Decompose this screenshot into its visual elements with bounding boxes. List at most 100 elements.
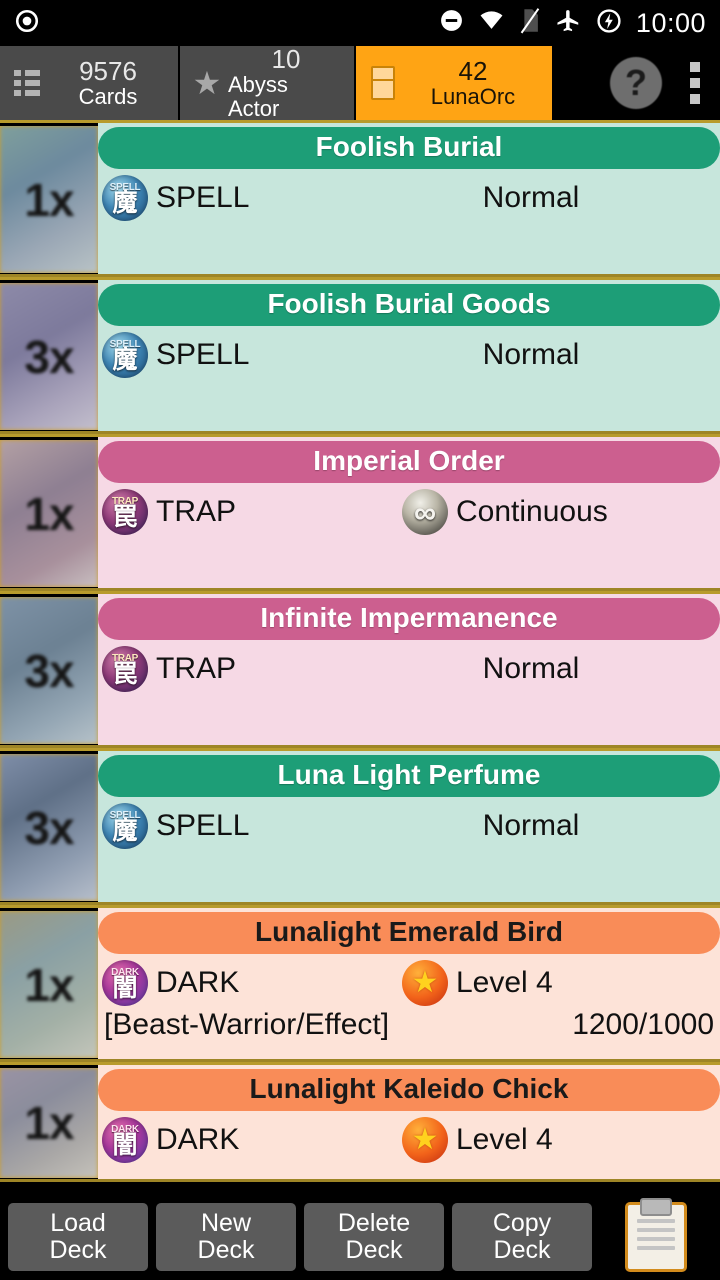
card-typeline: [Beast-Warrior/Effect] [104, 1008, 390, 1041]
trap-badge-icon: TRAP 罠 [102, 646, 148, 692]
copy-deck-line2: Deck [493, 1236, 551, 1264]
new-deck-line1: New [200, 1209, 251, 1237]
card-row[interactable]: 3x Foolish Burial Goods SPELL 魔 SPELL Normal [0, 277, 720, 434]
card-subtype-text: Normal [482, 338, 580, 371]
tab-bar-actions: ? [554, 46, 720, 120]
clipboard-icon[interactable] [625, 1202, 687, 1272]
card-row[interactable]: 1x Lunalight Emerald Bird DARK 闇 DARK ★ Level … [0, 905, 720, 1062]
copy-deck-line1: Copy [492, 1209, 552, 1237]
deck-icon [362, 66, 404, 100]
attribute-badge-kanji: 罠 [112, 502, 138, 531]
card-subtype-text: Continuous [456, 495, 608, 528]
copy-deck-button[interactable]: Copy Deck [452, 1203, 592, 1271]
attribute-badge-kanji: 闇 [112, 1130, 138, 1159]
card-meta-row: SPELL 魔 SPELL Normal [98, 169, 720, 221]
attribute-badge-kanji: 魔 [112, 188, 138, 217]
card-thumbnail[interactable]: 1x [0, 908, 98, 1059]
card-row[interactable]: 1x Lunalight Kaleido Chick DARK 闇 DARK ★ Level… [0, 1062, 720, 1182]
card-thumbnail[interactable]: 3x [0, 751, 98, 902]
card-meta-row: DARK 闇 DARK ★ Level 4 [98, 954, 720, 1006]
card-body: Luna Light Perfume SPELL 魔 SPELL Normal [98, 751, 720, 902]
card-attribute-cell: SPELL 魔 SPELL [102, 175, 402, 221]
card-subtype-text: Normal [482, 181, 580, 214]
tab-deck-text: 42 LunaOrc [404, 57, 542, 109]
card-attribute-cell: SPELL 魔 SPELL [102, 803, 402, 849]
card-name: Lunalight Emerald Bird [98, 912, 720, 954]
card-body: Foolish Burial SPELL 魔 SPELL Normal [98, 123, 720, 274]
card-thumbnail[interactable]: 1x [0, 437, 98, 588]
card-body: Lunalight Emerald Bird DARK 闇 DARK ★ Level 4[… [98, 908, 720, 1059]
card-row[interactable]: 3x Luna Light Perfume SPELL 魔 SPELL Normal [0, 748, 720, 905]
tab-archetype[interactable]: ★ 10 Abyss Actor [180, 45, 356, 122]
spell-badge-icon: SPELL 魔 [102, 175, 148, 221]
card-name: Lunalight Kaleido Chick [98, 1069, 720, 1111]
card-attribute-cell: TRAP 罠 TRAP [102, 489, 402, 535]
card-attribute-text: SPELL [156, 809, 250, 842]
card-copy-count: 3x [24, 644, 74, 697]
level-star-icon: ★ [402, 960, 448, 1006]
delete-deck-button[interactable]: Delete Deck [304, 1203, 444, 1271]
card-attribute-text: DARK [156, 966, 240, 999]
new-deck-line2: Deck [197, 1236, 255, 1264]
card-body: Infinite Impermanence TRAP 罠 TRAP Normal [98, 594, 720, 745]
card-attribute-cell: SPELL 魔 SPELL [102, 332, 402, 378]
status-bar-clock: 10:00 [635, 7, 706, 38]
status-bar: 10:00 [0, 0, 720, 46]
card-meta-row: DARK 闇 DARK ★ Level 4 [98, 1111, 720, 1163]
delete-deck-line1: Delete [337, 1209, 411, 1237]
wifi-icon [478, 8, 505, 38]
card-name: Foolish Burial [98, 127, 720, 169]
card-thumbnail[interactable]: 1x [0, 123, 98, 274]
status-bar-left [14, 8, 40, 39]
load-deck-button[interactable]: Load Deck [8, 1203, 148, 1271]
tab-deck-label: LunaOrc [430, 84, 516, 110]
card-copy-count: 3x [24, 330, 74, 383]
card-body: Imperial Order TRAP 罠 TRAP ∞ Continuous [98, 437, 720, 588]
card-copy-count: 1x [24, 173, 74, 226]
help-icon[interactable]: ? [610, 57, 662, 109]
do-not-disturb-icon [439, 8, 464, 38]
card-attribute-text: DARK [156, 1123, 240, 1156]
card-thumbnail[interactable]: 3x [0, 594, 98, 745]
overflow-menu-icon[interactable] [690, 62, 700, 104]
tab-archetype-label: Abyss Actor [228, 72, 288, 122]
card-attribute-cell: DARK 闇 DARK [102, 960, 402, 1006]
dark-badge-icon: DARK 闇 [102, 1117, 148, 1163]
tab-cards-label: Cards [78, 84, 138, 110]
tab-cards[interactable]: 9576 Cards [0, 46, 180, 120]
bottom-button-bar: Load Deck New Deck Delete Deck Copy Deck [0, 1194, 720, 1280]
card-subtype-cell: Normal [402, 809, 720, 843]
card-copy-count: 3x [24, 801, 74, 854]
level-star-icon: ★ [402, 1117, 448, 1163]
tab-cards-count: 9576 [79, 56, 137, 87]
airplane-mode-icon [555, 8, 582, 39]
new-deck-button[interactable]: New Deck [156, 1203, 296, 1271]
list-icon [6, 70, 48, 96]
card-subtype-text: Level 4 [456, 966, 553, 999]
card-attribute-text: SPELL [156, 338, 250, 371]
card-subtype-cell: Normal [402, 338, 720, 372]
card-list[interactable]: 1x Foolish Burial SPELL 魔 SPELL Normal 3x Fooli… [0, 120, 720, 1214]
load-deck-line2: Deck [49, 1236, 107, 1264]
tab-deck[interactable]: 42 LunaOrc [356, 46, 554, 120]
card-thumbnail[interactable]: 3x [0, 280, 98, 431]
card-row[interactable]: 1x Imperial Order TRAP 罠 TRAP ∞ Continuous [0, 434, 720, 591]
star-icon: ★ [192, 65, 222, 101]
card-meta-row: SPELL 魔 SPELL Normal [98, 797, 720, 849]
card-subtype-cell: ★ Level 4 [402, 1117, 720, 1163]
card-subtype-cell: Normal [402, 181, 720, 215]
attribute-badge-kanji: 魔 [112, 345, 138, 374]
card-thumbnail[interactable]: 1x [0, 1065, 98, 1179]
delete-deck-line2: Deck [345, 1236, 403, 1264]
card-row[interactable]: 3x Infinite Impermanence TRAP 罠 TRAP Normal [0, 591, 720, 748]
attribute-badge-kanji: 罠 [112, 659, 138, 688]
card-attribute-text: TRAP [156, 652, 237, 685]
continuous-icon: ∞ [402, 489, 448, 535]
card-copy-count: 1x [24, 958, 74, 1011]
card-subtype-text: Normal [482, 652, 580, 685]
card-row[interactable]: 1x Foolish Burial SPELL 魔 SPELL Normal [0, 120, 720, 277]
card-subtype-text: Level 4 [456, 1123, 553, 1156]
card-attribute-text: SPELL [156, 181, 250, 214]
tab-bar: 9576 Cards ★ 10 Abyss Actor 42 LunaOrc ? [0, 45, 720, 122]
spell-badge-icon: SPELL 魔 [102, 332, 148, 378]
